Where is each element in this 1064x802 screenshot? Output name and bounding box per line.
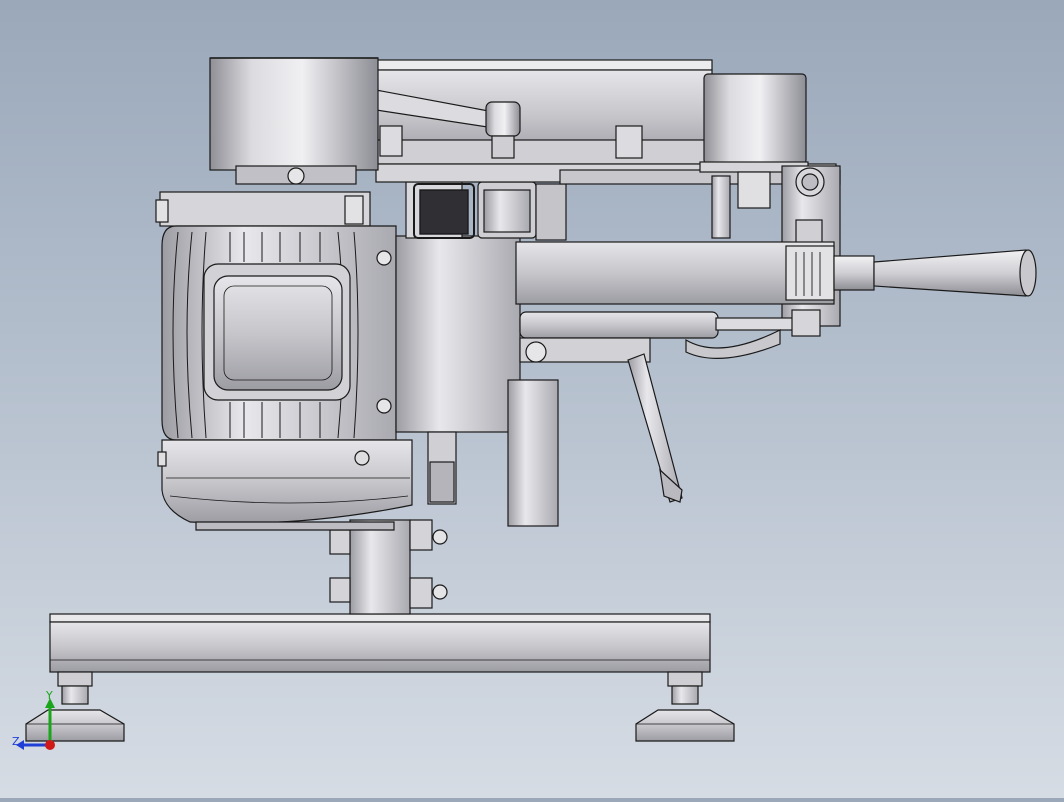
idler-pulley-right bbox=[699, 73, 809, 173]
release-lever bbox=[627, 353, 683, 503]
leveling-foot-left bbox=[25, 671, 125, 742]
support-column bbox=[329, 519, 448, 615]
lower-rod bbox=[519, 309, 821, 363]
base-frame bbox=[49, 613, 711, 673]
z-axis-label: Z bbox=[12, 735, 20, 748]
machine-assembly-drawing: Y Z bbox=[12, 57, 1037, 750]
handle-grip bbox=[873, 249, 1032, 297]
feed-arm bbox=[515, 241, 1037, 305]
y-axis-label: Y bbox=[45, 689, 53, 702]
drive-pulley-left bbox=[209, 57, 379, 185]
electric-motor bbox=[155, 191, 413, 531]
leveling-foot-right bbox=[635, 671, 735, 742]
x-axis-point bbox=[45, 740, 55, 750]
machine bbox=[25, 57, 1037, 742]
cad-graphics-viewport[interactable]: Y Z bbox=[0, 0, 1064, 798]
